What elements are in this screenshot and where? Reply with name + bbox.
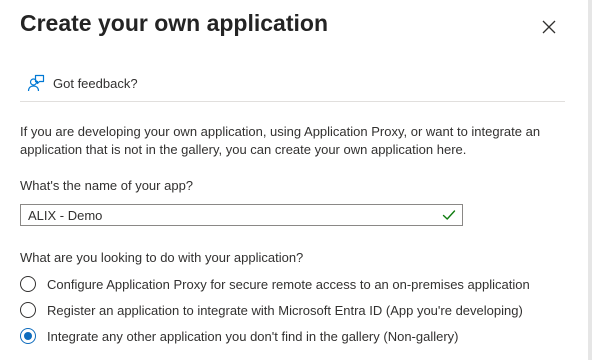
divider	[20, 101, 565, 102]
radio-register-app[interactable]	[20, 302, 36, 318]
app-name-field	[20, 204, 463, 226]
option-register-app-label: Register an application to integrate wit…	[47, 302, 523, 318]
create-app-panel: Create your own application Got feedback…	[0, 0, 592, 360]
checkmark-icon	[442, 210, 456, 220]
app-name-label: What's the name of your app?	[20, 178, 194, 193]
person-feedback-icon	[27, 74, 45, 92]
option-non-gallery-label: Integrate any other application you don'…	[47, 328, 459, 344]
radio-app-proxy[interactable]	[20, 276, 36, 292]
page-title: Create your own application	[20, 10, 328, 36]
option-app-proxy[interactable]: Configure Application Proxy for secure r…	[20, 276, 530, 292]
description-text: If you are developing your own applicati…	[20, 124, 541, 157]
option-non-gallery[interactable]: Integrate any other application you don'…	[20, 328, 459, 344]
close-icon	[542, 20, 556, 34]
option-register-app[interactable]: Register an application to integrate wit…	[20, 302, 523, 318]
feedback-label: Got feedback?	[53, 75, 138, 91]
purpose-label: What are you looking to do with your app…	[20, 250, 304, 265]
option-app-proxy-label: Configure Application Proxy for secure r…	[47, 276, 530, 292]
close-button[interactable]	[538, 16, 560, 38]
panel-scroll-edge	[588, 0, 592, 360]
app-name-input[interactable]	[21, 205, 438, 225]
radio-non-gallery[interactable]	[20, 328, 36, 344]
feedback-link[interactable]: Got feedback?	[27, 74, 138, 92]
